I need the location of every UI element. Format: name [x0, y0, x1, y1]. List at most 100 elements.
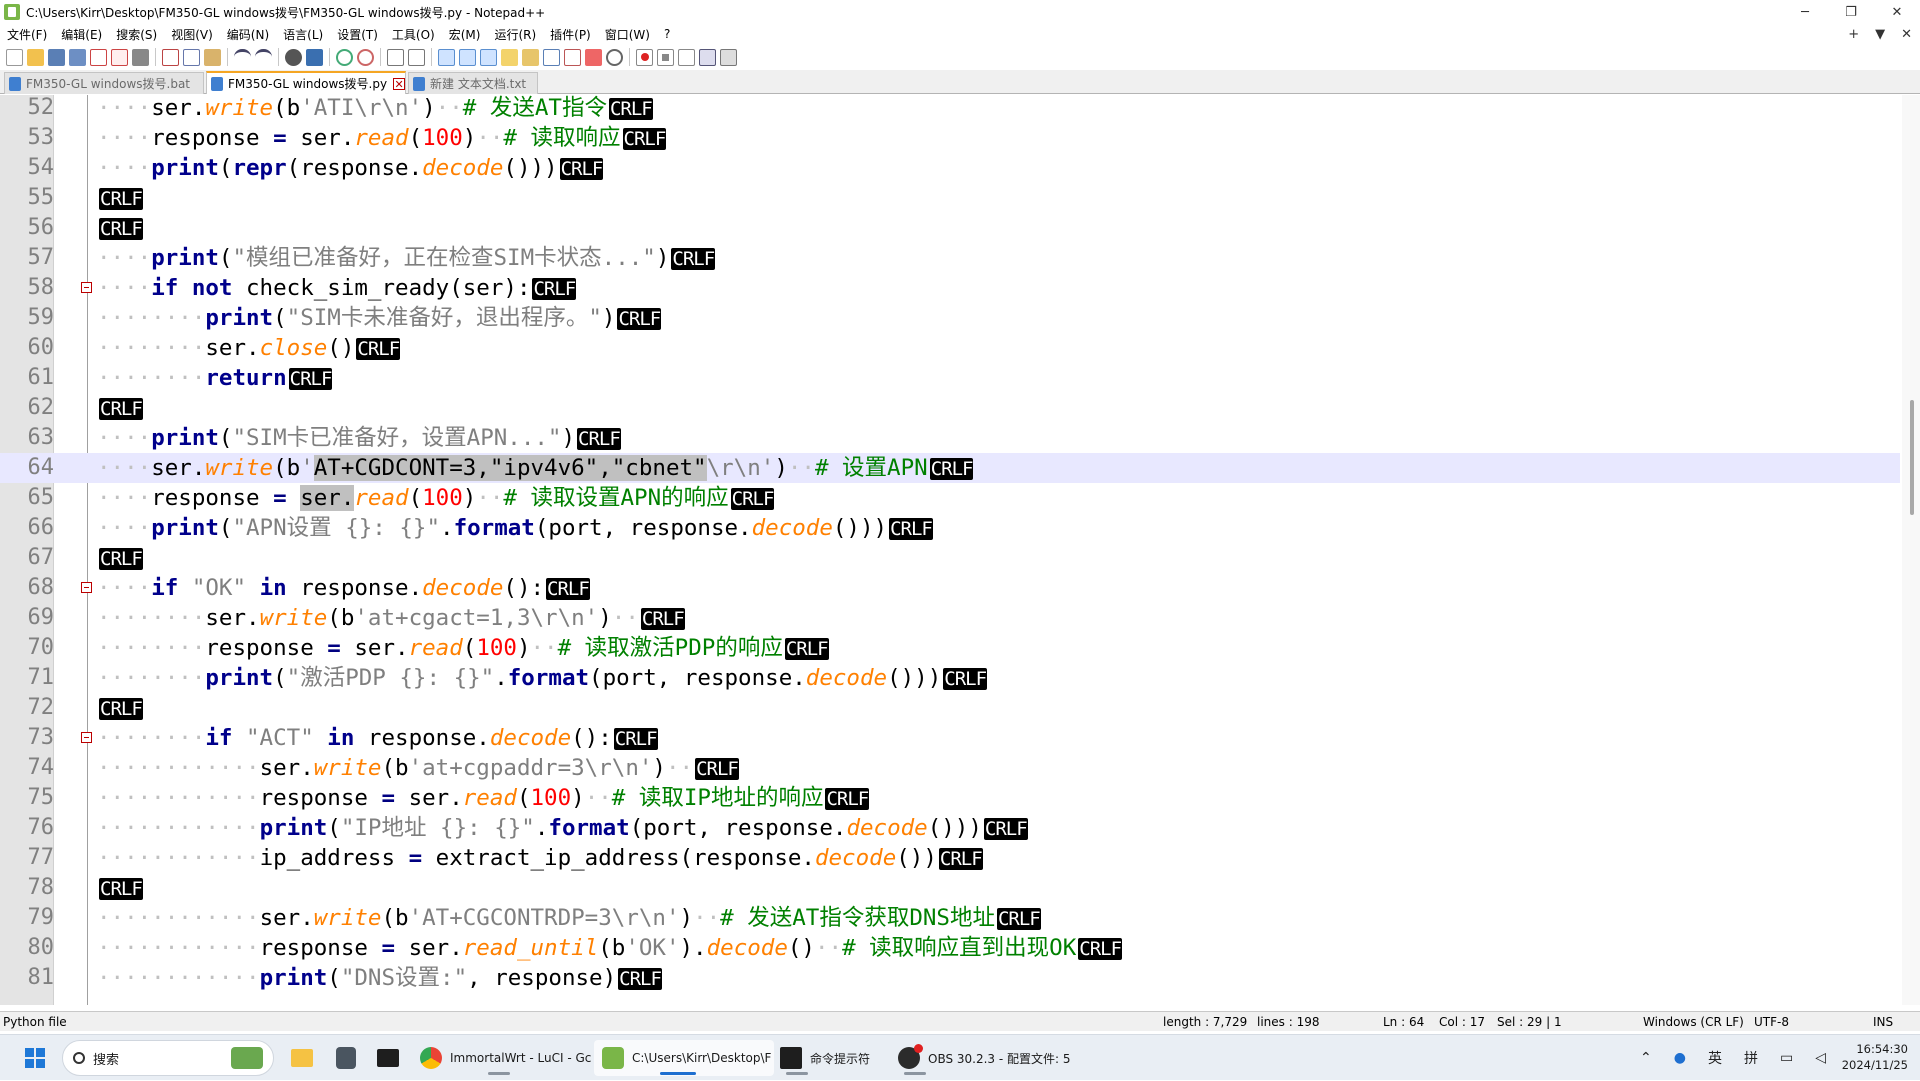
- sync-horizontal-icon[interactable]: [408, 48, 425, 66]
- minimize-button[interactable]: ─: [1782, 0, 1828, 24]
- code-line-73[interactable]: 73 ········if "ACT" in response.decode():…: [0, 723, 1900, 753]
- menu-settings[interactable]: 设置(T): [330, 26, 385, 43]
- menu-run[interactable]: 运行(R): [487, 26, 543, 43]
- print-icon[interactable]: [132, 48, 149, 66]
- indent-guide-icon[interactable]: [480, 48, 497, 66]
- save-macro-icon[interactable]: [720, 48, 737, 66]
- code-line-54[interactable]: 54 ····print(repr(response.decode())) CRLF: [0, 153, 1900, 183]
- code-line-76[interactable]: 76 ············print("IP地址 {}: {}".format…: [0, 813, 1900, 843]
- status-encoding[interactable]: UTF-8: [1754, 1015, 1789, 1029]
- udl-icon[interactable]: [501, 48, 518, 66]
- doc-list-icon[interactable]: [543, 48, 560, 66]
- menu-edit[interactable]: 编辑(E): [54, 26, 109, 43]
- code-line-72[interactable]: 72 CRLF: [0, 693, 1900, 723]
- zoom-in-icon[interactable]: [336, 48, 353, 66]
- code-line-75[interactable]: 75 ············response = ser.read(100)··…: [0, 783, 1900, 813]
- word-wrap-icon[interactable]: [438, 48, 455, 66]
- code-line-68[interactable]: 68 ····if "OK" in response.decode(): CRLF: [0, 573, 1900, 603]
- code-line-56[interactable]: 56 CRLF: [0, 213, 1900, 243]
- menu-file[interactable]: 文件(F): [0, 26, 54, 43]
- status-eol[interactable]: Windows (CR LF): [1643, 1015, 1744, 1029]
- code-line-60[interactable]: 60 ········ser.close() CRLF: [0, 333, 1900, 363]
- fold-toggle-icon[interactable]: [81, 582, 92, 593]
- close-window-button[interactable]: ✕: [1874, 0, 1920, 24]
- open-file-icon[interactable]: [27, 48, 44, 66]
- monitoring-icon[interactable]: [606, 48, 623, 66]
- code-line-64[interactable]: 64 ····ser.write(b'AT+CGDCONT=3,"ipv4v6",…: [0, 453, 1900, 483]
- run-macro-multiple-icon[interactable]: [699, 48, 716, 66]
- taskbar-chrome[interactable]: ImmortalWrt - LuCI - Gc: [416, 1040, 592, 1076]
- menu-language[interactable]: 语言(L): [276, 26, 330, 43]
- file-explorer-button[interactable]: [284, 1040, 320, 1076]
- menu-encoding[interactable]: 编码(N): [220, 26, 276, 43]
- tab-bat-file[interactable]: FM350-GL windows拨号.bat: [4, 72, 204, 94]
- fold-toggle-icon[interactable]: [81, 732, 92, 743]
- scrollbar-thumb[interactable]: [1910, 400, 1914, 515]
- menu-view[interactable]: 视图(V): [164, 26, 220, 43]
- close-all-icon[interactable]: [111, 48, 128, 66]
- zoom-out-icon[interactable]: [357, 48, 374, 66]
- tab-close-icon[interactable]: ✕: [393, 77, 405, 90]
- paste-icon[interactable]: [204, 48, 221, 66]
- code-line-57[interactable]: 57 ····print("模组已准备好，正在检查SIM卡状态...") CRLF: [0, 243, 1900, 273]
- code-line-53[interactable]: 53 ····response = ser.read(100)··# 读取响应 CR…: [0, 123, 1900, 153]
- folder-workspace-icon[interactable]: [585, 48, 602, 66]
- code-line-81[interactable]: 81 ············print("DNS设置:", response) C…: [0, 963, 1900, 993]
- menu-macro[interactable]: 宏(M): [442, 26, 488, 43]
- menu-tools[interactable]: 工具(O): [385, 26, 442, 43]
- microphone-icon[interactable]: ●: [1674, 1050, 1686, 1066]
- maximize-button[interactable]: ❐: [1828, 0, 1874, 24]
- input-lang-pinyin[interactable]: 拼: [1744, 1048, 1758, 1068]
- input-lang-en[interactable]: 英: [1708, 1048, 1722, 1068]
- volume-icon[interactable]: ◁: [1815, 1050, 1826, 1066]
- code-line-79[interactable]: 79 ············ser.write(b'AT+CGCONTRDP=3…: [0, 903, 1900, 933]
- code-line-77[interactable]: 77 ············ip_address = extract_ip_ad…: [0, 843, 1900, 873]
- code-line-71[interactable]: 71 ········print("激活PDP {}: {}".format(po…: [0, 663, 1900, 693]
- tab-list-button[interactable]: ▼: [1875, 27, 1885, 42]
- code-line-59[interactable]: 59 ········print("SIM卡未准备好，退出程序。") CRLF: [0, 303, 1900, 333]
- menu-window[interactable]: 窗口(W): [598, 26, 657, 43]
- taskbar-search-box[interactable]: 搜索: [62, 1040, 274, 1076]
- new-tab-button[interactable]: +: [1848, 27, 1859, 42]
- close-doc-button[interactable]: ✕: [1901, 27, 1912, 42]
- tab-txt-file[interactable]: 新建 文本文档.txt: [408, 72, 538, 94]
- redo-icon[interactable]: [255, 48, 272, 66]
- code-line-62[interactable]: 62 CRLF: [0, 393, 1900, 423]
- vertical-scrollbar[interactable]: [1902, 95, 1920, 1005]
- copy-icon[interactable]: [183, 48, 200, 66]
- code-line-69[interactable]: 69 ········ser.write(b'at+cgact=1,3\r\n')…: [0, 603, 1900, 633]
- doc-map-icon[interactable]: [522, 48, 539, 66]
- save-icon[interactable]: [48, 48, 65, 66]
- stop-macro-icon[interactable]: [657, 48, 674, 66]
- close-file-icon[interactable]: [90, 48, 107, 66]
- chevron-up-icon[interactable]: ⌃: [1640, 1050, 1652, 1066]
- code-line-67[interactable]: 67 CRLF: [0, 543, 1900, 573]
- find-icon[interactable]: [285, 48, 302, 66]
- menu-plugins[interactable]: 插件(P): [543, 26, 598, 43]
- terminal-button[interactable]: [370, 1040, 406, 1076]
- code-line-70[interactable]: 70 ········response = ser.read(100)··# 读取…: [0, 633, 1900, 663]
- replace-icon[interactable]: [306, 48, 323, 66]
- save-all-icon[interactable]: [69, 48, 86, 66]
- function-list-icon[interactable]: [564, 48, 581, 66]
- cut-icon[interactable]: [162, 48, 179, 66]
- code-line-74[interactable]: 74 ············ser.write(b'at+cgpaddr=3\r…: [0, 753, 1900, 783]
- play-macro-icon[interactable]: [678, 48, 695, 66]
- code-line-52[interactable]: 52 ····ser.write(b'ATI\r\n')··# 发送AT指令 CRL…: [0, 95, 1900, 123]
- code-line-58[interactable]: 58 ····if not check_sim_ready(ser): CRLF: [0, 273, 1900, 303]
- menu-search[interactable]: 搜索(S): [109, 26, 164, 43]
- record-macro-icon[interactable]: [636, 48, 653, 66]
- taskbar-notepadpp[interactable]: C:\Users\Kirr\Desktop\F: [594, 1040, 774, 1076]
- code-line-66[interactable]: 66 ····print("APN设置 {}: {}".format(port, …: [0, 513, 1900, 543]
- code-line-55[interactable]: 55 CRLF: [0, 183, 1900, 213]
- fold-toggle-icon[interactable]: [81, 282, 92, 293]
- undo-icon[interactable]: [234, 48, 251, 66]
- network-icon[interactable]: ▭: [1780, 1050, 1793, 1066]
- app-button[interactable]: [328, 1040, 364, 1076]
- code-line-78[interactable]: 78 CRLF: [0, 873, 1900, 903]
- menu-help[interactable]: ?: [657, 27, 677, 41]
- code-line-80[interactable]: 80 ············response = ser.read_until(…: [0, 933, 1900, 963]
- code-line-63[interactable]: 63 ····print("SIM卡已准备好，设置APN...") CRLF: [0, 423, 1900, 453]
- code-editor[interactable]: 52 ····ser.write(b'ATI\r\n')··# 发送AT指令 CRL…: [0, 95, 1920, 1005]
- system-clock[interactable]: 16:54:30 2024/11/25: [1842, 1041, 1908, 1073]
